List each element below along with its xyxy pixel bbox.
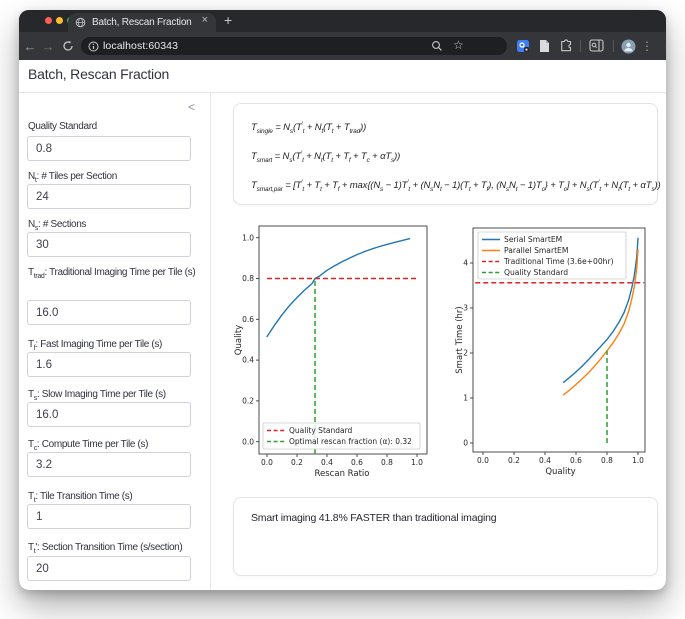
header-divider bbox=[19, 92, 666, 93]
plot-smart-time-vs-quality: 0.0 0.2 0.4 0.6 0.8 1.001234QualitySmart Time… bbox=[455, 227, 646, 477]
fast-time-input[interactable] bbox=[27, 352, 191, 377]
page-title: Batch, Rescan Fraction bbox=[28, 66, 170, 82]
svg-text:4: 4 bbox=[463, 259, 468, 268]
svg-text:0.4: 0.4 bbox=[321, 458, 333, 467]
browser-toolbar: ← → localhost:60343 ☆ ⋮ bbox=[19, 32, 666, 61]
svg-text:0: 0 bbox=[463, 439, 468, 448]
field-label-quality-standard: Quality Standard bbox=[28, 121, 97, 132]
svg-text:0.8: 0.8 bbox=[381, 458, 393, 467]
tile-transition-input[interactable] bbox=[27, 504, 191, 529]
toolbar-separator bbox=[613, 40, 614, 52]
svg-text:0.0: 0.0 bbox=[261, 458, 273, 467]
globe-favicon-icon bbox=[75, 17, 86, 28]
status-message: Smart imaging 41.8% FASTER than traditio… bbox=[251, 512, 497, 524]
svg-text:Quality: Quality bbox=[545, 467, 575, 477]
svg-text:Parallel SmartEM: Parallel SmartEM bbox=[504, 246, 568, 255]
zoom-icon[interactable] bbox=[431, 40, 443, 52]
window-minimize-button[interactable] bbox=[56, 17, 63, 24]
svg-text:Quality Standard: Quality Standard bbox=[504, 268, 568, 277]
new-tab-button[interactable]: + bbox=[224, 12, 232, 28]
svg-text:0.8: 0.8 bbox=[601, 456, 613, 465]
status-card: Smart imaging 41.8% FASTER than traditio… bbox=[233, 497, 658, 576]
formula-t-smart-par: Tsmart,par = [T′t + Tt + Tf + max{(Ns − … bbox=[251, 179, 661, 194]
reload-icon bbox=[63, 40, 73, 51]
browser-menu-icon[interactable]: ⋮ bbox=[638, 32, 656, 60]
svg-text:0.8: 0.8 bbox=[242, 274, 254, 283]
svg-text:Rescan Ratio: Rescan Ratio bbox=[315, 469, 370, 479]
browser-window: Batch, Rescan Fraction × + ← → localhost… bbox=[19, 10, 666, 590]
section-transition-input[interactable] bbox=[27, 556, 191, 581]
tiles-per-section-input[interactable] bbox=[27, 184, 191, 209]
svg-text:1.0: 1.0 bbox=[242, 233, 254, 242]
sidebar-collapse-icon[interactable]: < bbox=[188, 100, 195, 114]
extensions-puzzle-icon[interactable] bbox=[560, 39, 574, 58]
reload-button[interactable] bbox=[59, 32, 77, 60]
address-bar[interactable]: localhost:60343 ☆ bbox=[81, 37, 507, 55]
window-close-button[interactable] bbox=[45, 17, 52, 24]
document-extension-icon[interactable] bbox=[538, 39, 551, 58]
svg-text:1.0: 1.0 bbox=[411, 458, 423, 467]
svg-text:Traditional Time (3.6e+00hr): Traditional Time (3.6e+00hr) bbox=[503, 257, 614, 266]
sections-input[interactable] bbox=[27, 232, 191, 257]
compute-time-input[interactable] bbox=[27, 452, 191, 477]
svg-text:Quality: Quality bbox=[234, 325, 244, 355]
tab-title: Batch, Rescan Fraction bbox=[92, 17, 192, 28]
svg-text:0.2: 0.2 bbox=[291, 458, 303, 467]
svg-text:Serial SmartEM: Serial SmartEM bbox=[504, 235, 562, 244]
forward-button[interactable]: → bbox=[39, 32, 57, 60]
svg-text:Optimal rescan fraction (α):: Optimal rescan fraction (α): 0.32 bbox=[289, 437, 412, 446]
formula-card: Tsingle = Ns(T′t + Nt(Tt + Ttrad)) Tsmar… bbox=[233, 103, 661, 205]
toolbar-separator bbox=[580, 40, 581, 52]
password-extension-icon[interactable] bbox=[516, 39, 530, 53]
side-panel-search-icon[interactable] bbox=[589, 39, 604, 57]
browser-tab[interactable]: Batch, Rescan Fraction × bbox=[68, 13, 216, 32]
profile-avatar[interactable] bbox=[621, 39, 636, 59]
bookmark-star-icon[interactable]: ☆ bbox=[453, 38, 464, 52]
svg-text:0.2: 0.2 bbox=[508, 456, 520, 465]
svg-text:0.0: 0.0 bbox=[477, 456, 489, 465]
site-info-icon[interactable] bbox=[88, 41, 99, 52]
plot-quality-vs-rescan-ratio: 0.0 0.2 0.4 0.6 0.8 1.0 0.0 0.2 0.4 0.6 0.8 1.0 Resc… bbox=[234, 225, 428, 479]
traditional-time-input[interactable] bbox=[27, 300, 191, 325]
svg-text:0.0: 0.0 bbox=[242, 437, 254, 446]
svg-text:0.6: 0.6 bbox=[570, 456, 582, 465]
svg-text:1.0: 1.0 bbox=[632, 456, 644, 465]
tab-close-icon[interactable]: × bbox=[202, 14, 208, 26]
svg-text:0.2: 0.2 bbox=[242, 397, 254, 406]
svg-text:Smart Time (hr): Smart Time (hr) bbox=[455, 306, 465, 373]
desktop-background: Batch, Rescan Fraction × + ← → localhost… bbox=[0, 0, 685, 619]
svg-text:0.4: 0.4 bbox=[539, 456, 551, 465]
browser-titlebar: Batch, Rescan Fraction × + bbox=[19, 10, 666, 32]
svg-text:0.6: 0.6 bbox=[351, 458, 363, 467]
svg-text:0.4: 0.4 bbox=[242, 356, 254, 365]
svg-text:1: 1 bbox=[463, 394, 468, 403]
slow-time-input[interactable] bbox=[27, 402, 191, 427]
page-content: Batch, Rescan Fraction < Quality Standar… bbox=[19, 60, 666, 590]
formula-t-smart: Tsmart = Ns(T′t + Nt(Tt + Tf + Tc + αTs)… bbox=[251, 150, 401, 165]
field-label-traditional-time: Ttrad: Traditional Imaging Time per Tile… bbox=[28, 267, 196, 280]
back-button[interactable]: ← bbox=[21, 32, 39, 60]
svg-text:Quality Standard: Quality Standard bbox=[289, 426, 353, 435]
formula-t-single: Tsingle = Ns(T′t + Nt(Tt + Ttrad)) bbox=[251, 121, 367, 136]
url-text: localhost:60343 bbox=[103, 40, 179, 52]
quality-standard-input[interactable] bbox=[27, 136, 191, 161]
svg-text:0.6: 0.6 bbox=[242, 315, 254, 324]
